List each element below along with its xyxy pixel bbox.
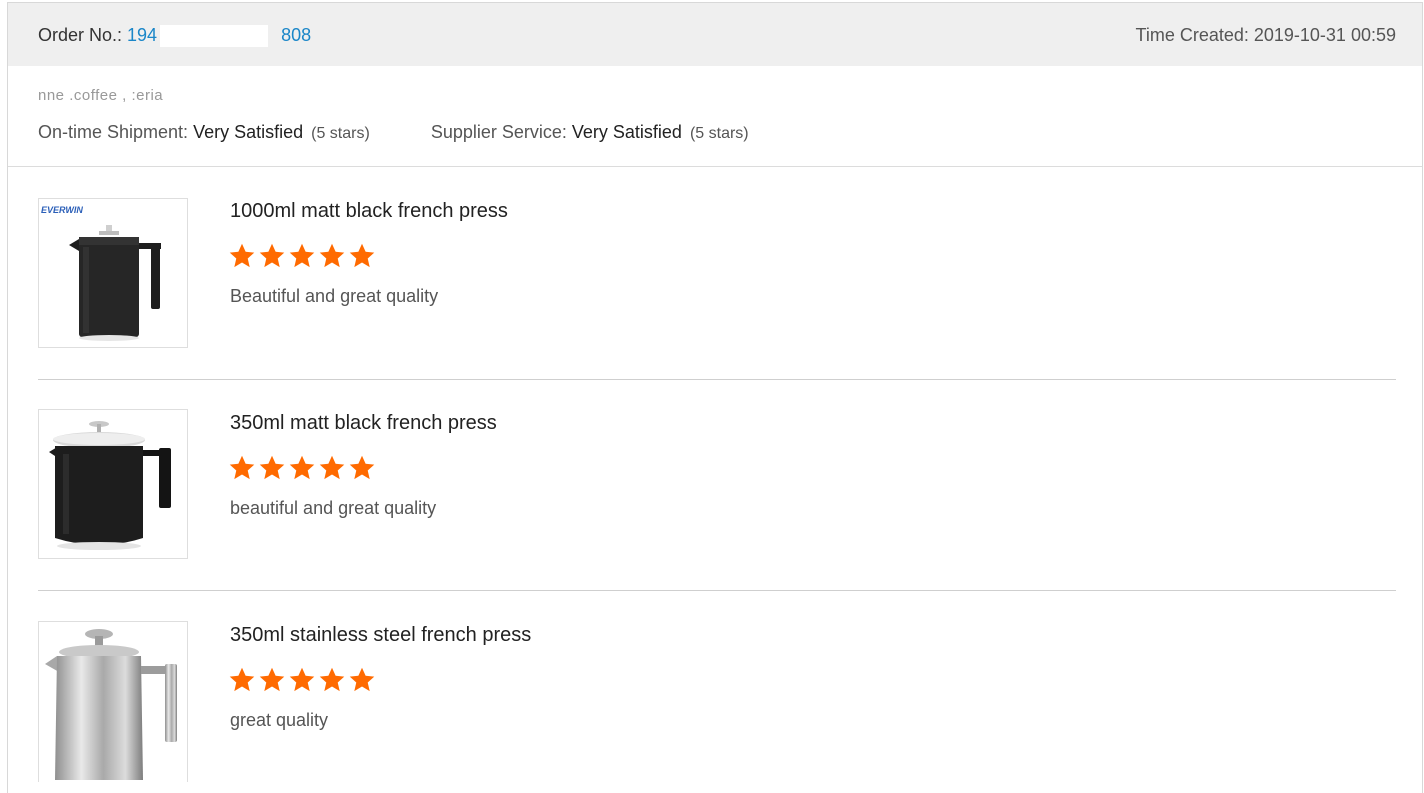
shipment-value: Very Satisfied	[193, 122, 304, 142]
star-icon	[349, 243, 375, 268]
order-review-card: Order No.: 194 808 Time Created: 2019-10-…	[7, 2, 1423, 793]
review-comment: great quality	[230, 710, 329, 730]
star-icon	[349, 455, 375, 480]
star-icon	[229, 667, 255, 692]
black-short-french-press-image	[49, 421, 171, 550]
star-icon	[259, 455, 285, 480]
product-title[interactable]: 350ml matt black french press	[230, 412, 497, 435]
redaction-mask	[160, 25, 269, 47]
star-icon	[319, 455, 345, 480]
review-comment: beautiful and great quality	[230, 498, 437, 518]
review-item: 350ml stainless steel french press great…	[38, 621, 1396, 782]
product-title[interactable]: 350ml stainless steel french press	[230, 624, 531, 647]
star-icon	[289, 455, 315, 480]
service-label: Supplier Service:	[430, 122, 572, 142]
product-title[interactable]: 1000ml matt black french press	[230, 200, 508, 223]
order-number-end[interactable]: 808	[281, 25, 311, 45]
star-icon	[259, 667, 285, 692]
brand-logo-text: EVERWIN	[41, 205, 83, 215]
buyer-name: nne .coffee , :eria	[38, 87, 164, 104]
item-divider	[38, 379, 1396, 380]
product-thumbnail[interactable]	[38, 409, 188, 559]
star-icon	[229, 455, 255, 480]
product-thumbnail[interactable]: EVERWIN	[38, 198, 188, 348]
review-item: 350ml matt black french press beautiful …	[38, 409, 1396, 599]
overall-ratings: On-time Shipment: Very Satisfied (5 stars…	[38, 122, 749, 143]
black-tall-french-press-image: EVERWIN	[41, 205, 161, 341]
star-icon	[289, 667, 315, 692]
star-icon	[259, 243, 285, 268]
time-created: Time Created: 2019-10-31 00:59	[1135, 25, 1397, 45]
steel-french-press-image	[45, 629, 177, 780]
product-thumbnail[interactable]	[38, 621, 188, 782]
star-icon	[349, 667, 375, 692]
item-divider	[38, 590, 1396, 591]
order-header: Order No.: 194 808 Time Created: 2019-10-…	[8, 3, 1422, 66]
review-item: EVERWIN 1000ml matt black french press B…	[38, 198, 1396, 388]
order-number-start[interactable]: 194	[127, 25, 157, 45]
service-stars: (5 stars)	[689, 125, 749, 142]
star-icon	[289, 243, 315, 268]
review-comment: Beautiful and great quality	[230, 286, 439, 306]
order-number-link[interactable]: 194 808	[127, 25, 311, 47]
product-rating	[228, 454, 378, 482]
product-rating	[228, 242, 378, 270]
order-number-label: Order No.:	[38, 25, 128, 45]
section-divider	[8, 166, 1422, 167]
order-number: Order No.: 194 808	[38, 25, 311, 47]
star-icon	[229, 243, 255, 268]
service-value: Very Satisfied	[571, 122, 682, 142]
product-rating	[228, 666, 378, 694]
star-icon	[319, 667, 345, 692]
shipment-stars: (5 stars)	[311, 125, 370, 142]
star-icon	[319, 243, 345, 268]
shipment-label: On-time Shipment:	[38, 122, 194, 142]
